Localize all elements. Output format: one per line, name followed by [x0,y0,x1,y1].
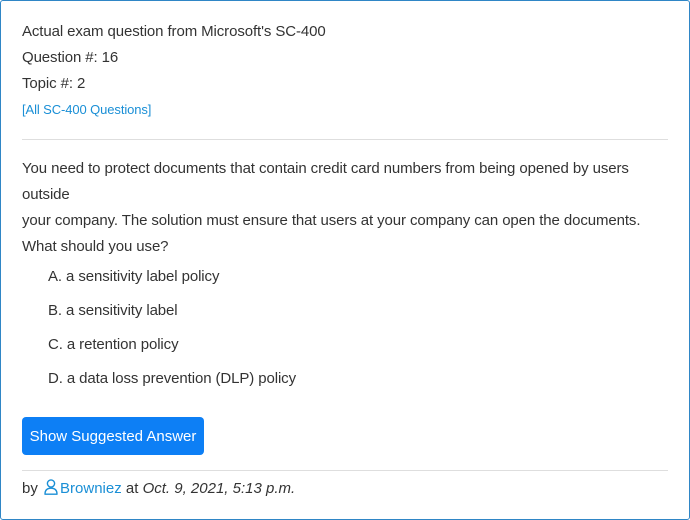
exam-title: Actual exam question from Microsoft's SC… [22,23,326,40]
question-number: Question #: 16 [22,49,119,66]
at-label: at [125,480,139,497]
author-footer: by Browniez at Oct. 9, 2021, 5:13 p.m. [22,478,295,500]
question-line-2: your company. The solution must ensure t… [22,212,641,229]
all-questions-link-wrap: [All SC-400 Questions] [22,101,151,119]
post-date: Oct. 9, 2021, 5:13 p.m. [142,480,296,497]
all-questions-link[interactable]: [All SC-400 Questions] [22,102,151,117]
choices-list: A. a sensitivity label policy B. a sensi… [48,264,296,400]
question-text: You need to protect documents that conta… [22,156,668,260]
divider-bottom [22,470,668,471]
user-icon [44,479,58,495]
by-label: by [22,480,38,497]
question-line-3: What should you use? [22,238,169,255]
author-username-link[interactable]: Browniez [60,480,122,497]
topic-number: Topic #: 2 [22,75,86,92]
question-card: Actual exam question from Microsoft's SC… [0,0,690,520]
choice-b[interactable]: B. a sensitivity label [48,298,296,332]
choice-d[interactable]: D. a data loss prevention (DLP) policy [48,366,296,400]
question-line-1: You need to protect documents that conta… [22,160,629,203]
choice-a[interactable]: A. a sensitivity label policy [48,264,296,298]
show-suggested-answer-button[interactable]: Show Suggested Answer [22,417,204,455]
divider-top [22,139,668,140]
choice-c[interactable]: C. a retention policy [48,332,296,366]
